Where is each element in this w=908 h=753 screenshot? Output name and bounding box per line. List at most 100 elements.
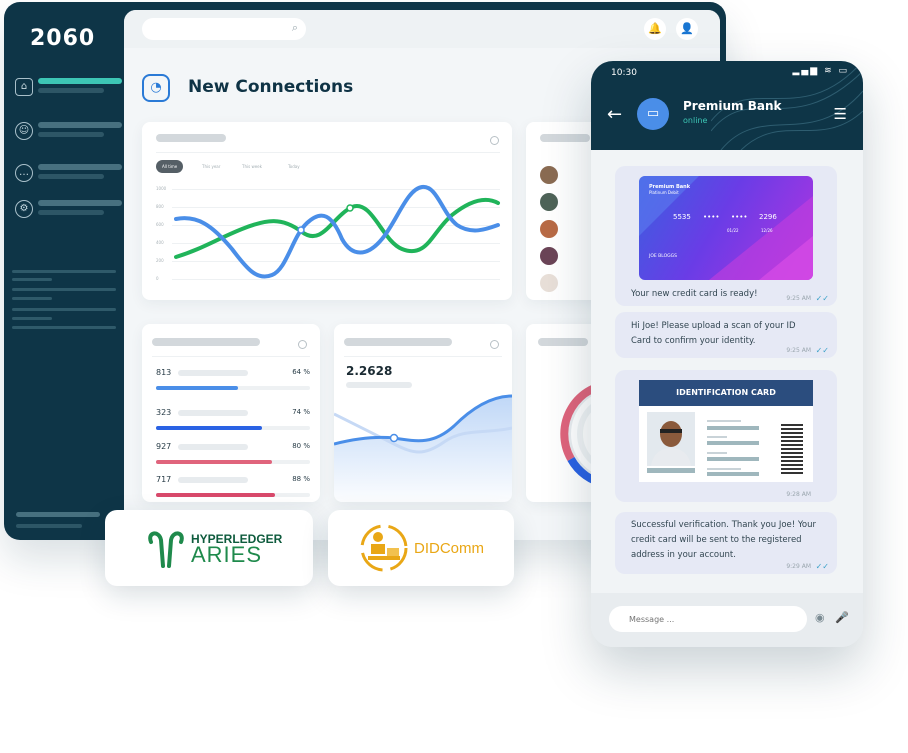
stat-percent: 80 % (292, 442, 310, 450)
user-profile-icon[interactable]: 👤 (676, 18, 698, 40)
sidebar-item-label (38, 200, 122, 206)
card-divider (344, 356, 502, 357)
avatar[interactable] (540, 220, 558, 238)
sidebar-item-sublabel (38, 88, 104, 93)
chat-message-bubble: Successful verification. Thank you Joe! … (615, 512, 837, 574)
stat-value: 717 (156, 475, 172, 484)
contact-status: online (683, 116, 708, 125)
sidebar-divider-line (12, 278, 52, 281)
series-point-marker (346, 204, 354, 212)
sidebar-item-home[interactable]: ⌂ (12, 76, 122, 102)
message-time: 9:25 AM (786, 295, 811, 302)
info-icon[interactable] (298, 340, 307, 349)
sidebar-footer-sublabel (16, 524, 82, 528)
filter-today[interactable]: Today (282, 160, 306, 173)
sidebar-link[interactable] (12, 308, 116, 311)
aries-label: ARIES (191, 542, 263, 567)
y-tick: 200 (156, 258, 164, 263)
filter-this-year[interactable]: This year (196, 160, 226, 173)
id-field-value (707, 472, 759, 476)
credit-card-image[interactable]: Premium Bank Platinum Debit 5535 •••• ••… (639, 176, 813, 280)
avatar[interactable] (540, 274, 558, 292)
read-receipt-icon: ✓✓ (815, 346, 829, 355)
chat-header: 10:30 ▂▄▆ ≋ ▭ ← ▭ Premium Bank online ☰ (591, 61, 863, 150)
sidebar-item-sublabel (38, 210, 104, 215)
avatar[interactable] (540, 247, 558, 265)
search-icon: ⌕ (291, 21, 298, 34)
bank-avatar-card-icon[interactable]: ▭ (637, 98, 669, 130)
message-text: Successful verification. Thank you Joe! … (631, 520, 817, 560)
sidebar-link[interactable] (12, 317, 52, 320)
progress-fill (156, 426, 263, 430)
sidebar-item-label (38, 122, 122, 128)
sidebar-link[interactable] (12, 288, 116, 291)
id-signature-line (647, 468, 695, 473)
info-icon[interactable] (490, 340, 499, 349)
chat-message-bubble: Hi Joe! Please upload a scan of your ID … (615, 312, 837, 358)
message-composer: ◉ 🎤 (591, 593, 863, 647)
message-input[interactable] (609, 606, 807, 632)
back-arrow-icon[interactable]: ← (607, 104, 622, 125)
stat-percent: 74 % (292, 408, 310, 416)
camera-icon[interactable]: ◉ (815, 611, 825, 624)
id-field-value (707, 457, 759, 461)
hamburger-menu-icon[interactable]: ☰ (834, 105, 847, 123)
barcode-icon (781, 424, 803, 474)
status-bar-icons: ▂▄▆ ≋ ▭ (792, 66, 849, 76)
stat-label-placeholder (178, 370, 248, 376)
avatar[interactable] (540, 166, 558, 184)
y-tick: 800 (156, 204, 164, 209)
message-time: 9:28 AM (786, 491, 811, 498)
card-number-group: 5535 (673, 213, 691, 221)
avatar[interactable] (540, 193, 558, 211)
sidebar-item-chat[interactable]: … (12, 162, 122, 188)
message-text: Hi Joe! Please upload a scan of your ID … (631, 321, 796, 346)
chat-icon: … (15, 164, 33, 182)
progress-track (156, 426, 310, 430)
top-bar: ⌕ 🔔 👤 (124, 10, 720, 48)
search-input[interactable]: ⌕ (142, 18, 306, 40)
sidebar-item-users[interactable]: ☺ (12, 120, 122, 146)
hyperledger-aries-badge: HYPERLEDGER ARIES (105, 510, 313, 586)
stat-value: 927 (156, 442, 172, 451)
stat-label-placeholder (178, 444, 248, 450)
card-title-placeholder (152, 338, 260, 346)
filter-all-time[interactable]: All time (156, 160, 184, 173)
area-point-marker (389, 433, 399, 443)
id-field-value (707, 426, 759, 430)
message-time: 9:29 AM (786, 563, 811, 570)
sidebar-link[interactable] (12, 297, 52, 300)
stat-label-placeholder (178, 477, 248, 483)
connections-line-chart (174, 185, 500, 279)
filter-this-week[interactable]: This week (236, 160, 268, 173)
microphone-icon[interactable]: 🎤 (835, 611, 849, 624)
id-field-label (707, 436, 727, 438)
chat-message-bubble: IDENTIFICATION CARD 9:28 AM (615, 370, 837, 502)
card-title-placeholder (540, 134, 590, 142)
sidebar-footer-label (16, 512, 100, 517)
progress-fill (156, 386, 238, 390)
info-icon[interactable] (490, 136, 499, 145)
progress-track (156, 493, 310, 497)
card-divider (156, 152, 500, 153)
id-field-label (707, 468, 741, 470)
id-photo (647, 412, 695, 466)
stat-row: 813 64 % (156, 368, 310, 406)
progress-fill (156, 460, 272, 464)
card-divider (152, 356, 310, 357)
portrait-photo (647, 412, 695, 466)
notification-bell-icon[interactable]: 🔔 (644, 18, 666, 40)
sidebar-item-sublabel (38, 174, 104, 179)
y-tick: 0 (156, 276, 159, 281)
stat-percent: 64 % (292, 368, 310, 376)
settings-icon: ⚙ (15, 200, 33, 218)
sidebar-link[interactable] (12, 326, 116, 329)
stat-row: 323 74 % (156, 408, 310, 446)
sidebar-item-settings[interactable]: ⚙ (12, 198, 122, 224)
didcomm-logo-icon (360, 524, 408, 572)
card-title-placeholder (344, 338, 452, 346)
card-tier: Platinum Debit (649, 190, 679, 195)
card-holder-name: JOE BLOGGS (649, 254, 677, 259)
sidebar-divider-line (12, 270, 116, 273)
identification-card-image[interactable]: IDENTIFICATION CARD (639, 380, 813, 482)
